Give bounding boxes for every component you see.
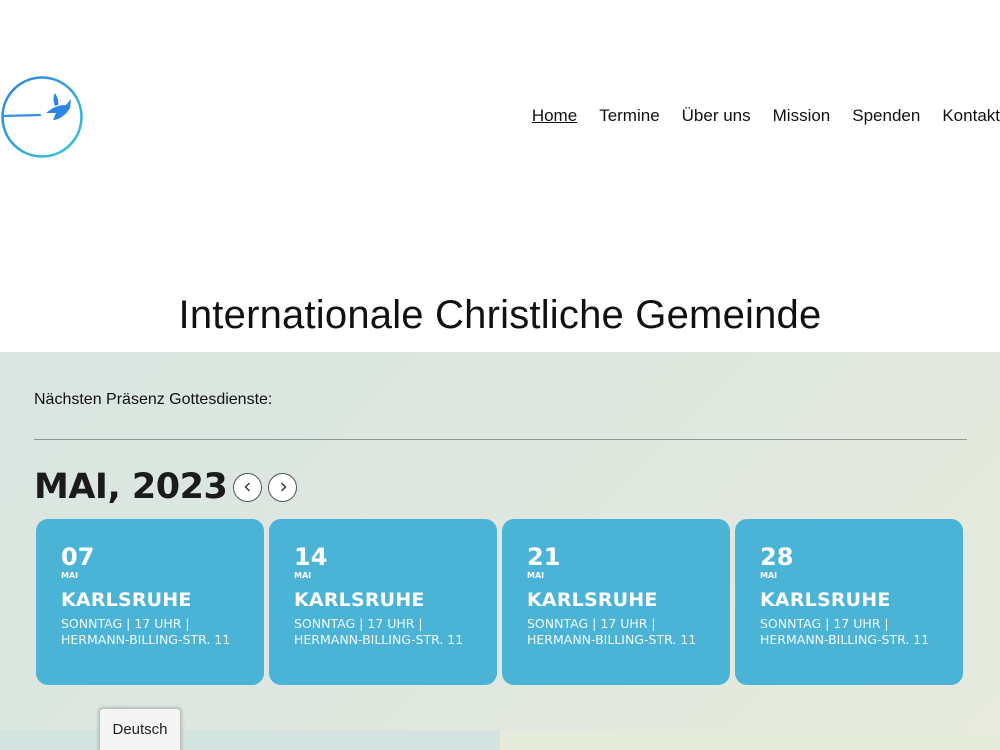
event-day: 14: [294, 543, 328, 571]
event-time: SONNTAG | 17 UHR |: [61, 616, 190, 631]
language-switcher-button[interactable]: Deutsch: [99, 708, 181, 750]
next-section-left: [0, 730, 500, 750]
events-section: Nächsten Präsenz Gottesdienste: MAI, 202…: [0, 352, 1000, 750]
event-month: MAI: [61, 571, 79, 580]
month-title: MAI, 2023: [34, 467, 228, 507]
event-cards: 07 MAI KARLSRUHE SONNTAG | 17 UHR | HERM…: [36, 519, 963, 685]
event-address: HERMANN-BILLING-STR. 11: [760, 632, 930, 647]
event-time: SONNTAG | 17 UHR |: [294, 616, 423, 631]
event-city: KARLSRUHE: [760, 589, 891, 611]
nav-kontakt[interactable]: Kontakt: [942, 105, 1000, 127]
divider: [34, 439, 967, 440]
prev-month-button[interactable]: [233, 472, 263, 502]
event-card[interactable]: 28 MAI KARLSRUHE SONNTAG | 17 UHR | HERM…: [735, 519, 963, 685]
event-month: MAI: [760, 571, 778, 580]
event-address: HERMANN-BILLING-STR. 11: [294, 632, 464, 647]
page-title: Internationale Christliche Gemeinde: [178, 293, 822, 337]
event-city: KARLSRUHE: [294, 589, 425, 611]
event-card[interactable]: 14 MAI KARLSRUHE SONNTAG | 17 UHR | HERM…: [269, 519, 497, 685]
event-time: SONNTAG | 17 UHR |: [760, 616, 889, 631]
nav-spenden[interactable]: Spenden: [852, 105, 920, 127]
chevron-left-icon: [244, 482, 250, 492]
next-section-right: [500, 730, 1000, 750]
nav-home[interactable]: Home: [532, 105, 577, 127]
event-month: MAI: [527, 571, 545, 580]
event-time: SONNTAG | 17 UHR |: [527, 616, 656, 631]
church-logo-icon[interactable]: [0, 75, 84, 159]
events-intro-text: Nächsten Präsenz Gottesdienste:: [34, 391, 273, 408]
event-day: 21: [527, 543, 561, 571]
event-city: KARLSRUHE: [527, 589, 658, 611]
nav-ueber-uns[interactable]: Über uns: [682, 105, 751, 127]
main-nav: Home Termine Über uns Mission Spenden Ko…: [510, 105, 1000, 127]
nav-mission[interactable]: Mission: [773, 105, 831, 127]
event-day: 28: [760, 543, 794, 571]
event-card[interactable]: 21 MAI KARLSRUHE SONNTAG | 17 UHR | HERM…: [502, 519, 730, 685]
event-city: KARLSRUHE: [61, 589, 192, 611]
site-header: Home Termine Über uns Mission Spenden Ko…: [0, 0, 1000, 260]
next-month-button[interactable]: [268, 472, 298, 502]
nav-termine[interactable]: Termine: [599, 105, 659, 127]
event-address: HERMANN-BILLING-STR. 11: [527, 632, 697, 647]
chevron-right-icon: [280, 482, 287, 492]
month-header: MAI, 2023: [34, 467, 298, 507]
event-address: HERMANN-BILLING-STR. 11: [61, 632, 231, 647]
event-day: 07: [61, 543, 95, 571]
event-card[interactable]: 07 MAI KARLSRUHE SONNTAG | 17 UHR | HERM…: [36, 519, 264, 685]
event-month: MAI: [294, 571, 312, 580]
